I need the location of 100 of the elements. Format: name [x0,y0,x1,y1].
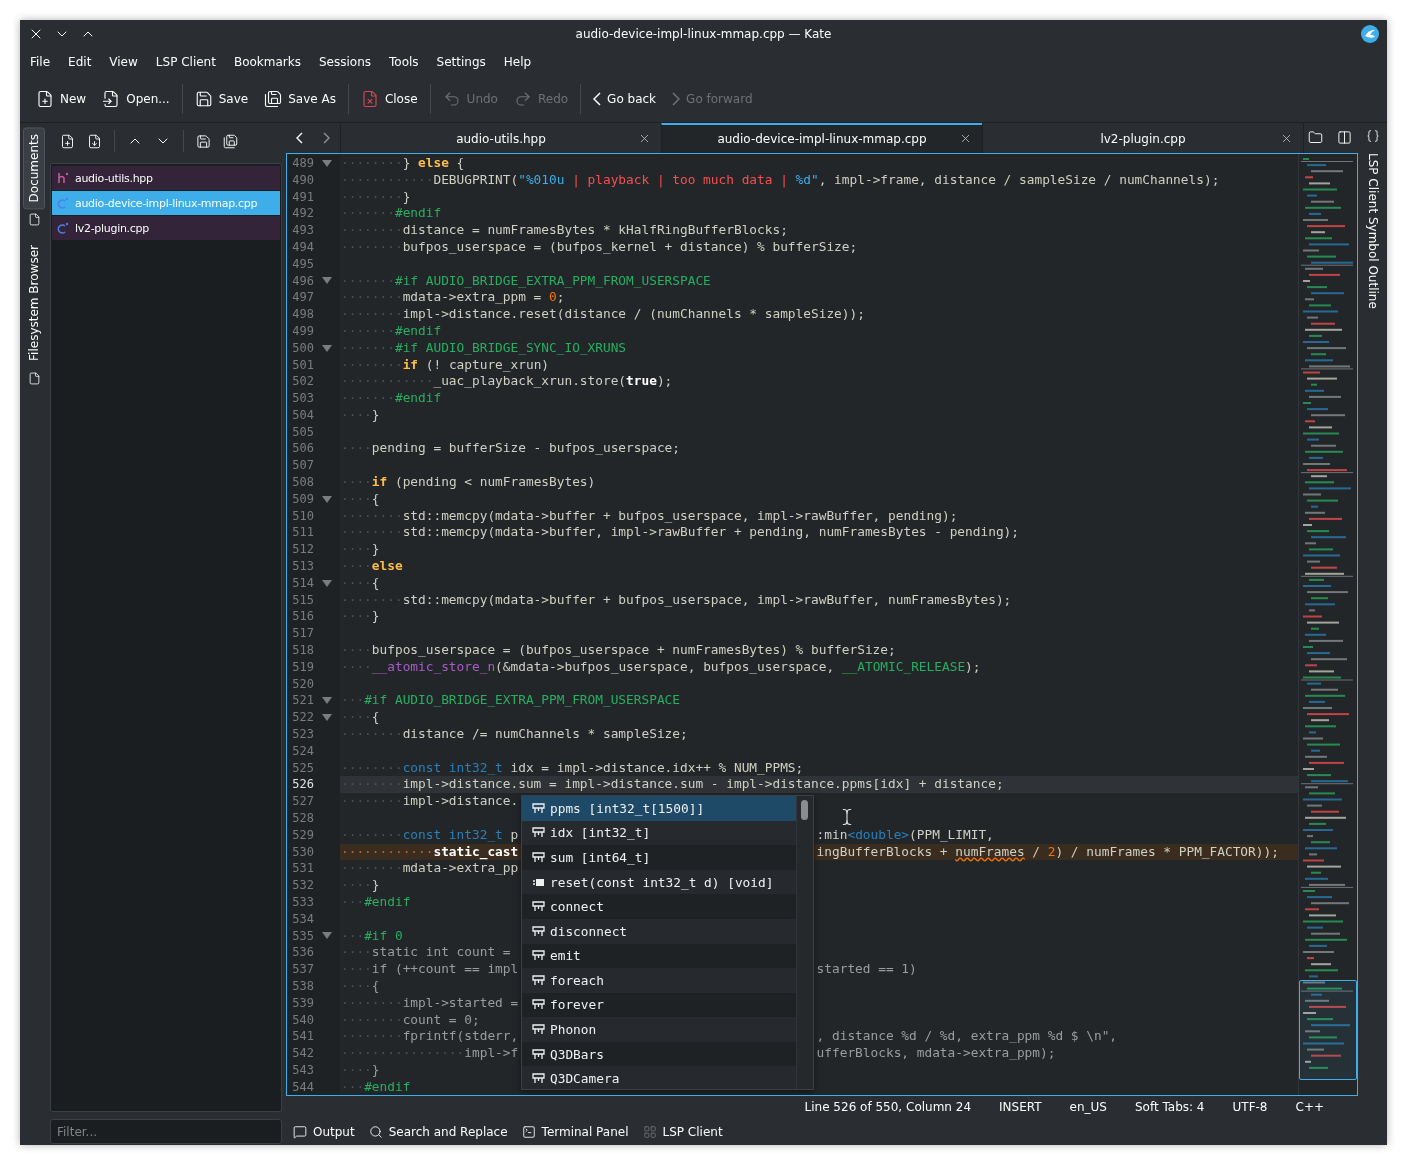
side-tab[interactable]: LSP Client Symbol Outline [1365,149,1380,309]
line-number: 508 [291,474,314,491]
fold-icon[interactable] [322,277,332,285]
line-number: 495 [291,255,314,273]
code-text: ········distance = numFramesBytes * kHalfRingBufferBlocks; [340,222,788,239]
line-number: 492 [291,205,314,223]
toolbar-button[interactable]: Close [354,86,424,112]
fold-icon[interactable] [322,495,332,503]
line-number: 520 [291,675,314,693]
toolbar-button[interactable]: Save [188,86,255,112]
line-number: 491 [291,188,314,206]
member-icon [532,998,545,1012]
line-number: 504 [291,406,314,424]
status-item[interactable]: en_US [1055,1100,1121,1114]
line-number: 542 [291,1045,314,1062]
line-number: 494 [291,238,314,256]
back-icon[interactable] [296,131,303,144]
code-text: ·······#endif [340,205,442,223]
menu-item[interactable]: Help [497,51,540,73]
member-icon [532,850,545,864]
code-text: ········impl->distance.sum = impl->distance.sum - impl->distance.ppms[idx] + distance; [340,776,1004,794]
completion-item[interactable]: Q3DCamera [522,1066,796,1089]
completion-item[interactable]: disconnect [522,918,796,944]
tab-title: audio-device-impl-linux-mmap.cpp [717,131,927,146]
code-text: ···#if AUDIO_BRIDGE_EXTRA_PPM_FROM_USERSPACE [340,692,680,710]
toolbar-button[interactable]: Save As [258,86,342,112]
line-number: 510 [291,507,314,525]
document-name: lv2-plugin.cpp [75,221,149,235]
member-icon [532,801,545,815]
menu-item[interactable]: LSP Client [149,51,224,73]
code-text: ·······#endif [340,390,442,407]
window-title: audio-device-impl-linux-mmap.cpp — Kate [574,27,833,41]
side-tab[interactable]: Documents [23,127,45,210]
status-item[interactable]: C++ [1281,1100,1338,1114]
panel-tab[interactable]: LSP Client [635,1124,730,1139]
fold-icon[interactable] [322,579,332,587]
tab-title: lv2-plugin.cpp [1100,131,1186,146]
menu-item[interactable]: Tools [383,51,427,73]
fold-icon[interactable] [322,932,332,940]
braces-icon [1365,129,1380,143]
code-text: ····} [340,1061,380,1079]
code-text: ····if (++count == impl [340,961,519,978]
status-item[interactable]: INSERT [985,1100,1056,1114]
filter-field[interactable]: Filter... [50,1119,282,1144]
line-number: 512 [291,541,314,559]
minimap-viewport[interactable] [1299,979,1357,1080]
code-text: ············_uac_playback_xrun.store(true); [340,373,673,391]
code-text: ···#endif [340,894,411,911]
code-text: ····} [340,608,380,626]
side-tab[interactable]: Filesystem Browser [23,238,45,369]
completion-item[interactable]: foreach [522,968,796,993]
document-item[interactable]: lv2-plugin.cpp [52,216,280,240]
menu-item[interactable]: Edit [62,51,100,73]
line-number: 516 [291,608,314,626]
menu-item[interactable]: Settings [430,51,494,73]
line-number: 524 [291,742,314,760]
panel-tab[interactable]: Output [286,1124,362,1139]
forward-icon[interactable] [323,131,330,144]
completion-item[interactable]: idx [int32_t] [522,820,796,846]
fold-icon[interactable] [322,697,332,705]
editor-tab[interactable]: audio-device-impl-linux-mmap.cpp [661,123,982,153]
panel-tab[interactable]: Search and Replace [361,1124,515,1139]
menu-item[interactable]: Bookmarks [227,51,309,73]
code-text: ················impl->f [340,1045,519,1062]
scrollbar-thumb[interactable] [801,799,808,820]
code-text: ····{ [340,709,380,727]
status-item[interactable]: UTF-8 [1218,1100,1282,1114]
panel-tab[interactable]: Terminal Panel [514,1124,636,1139]
code-text: ···#endif [340,1078,411,1096]
code-text: ········const int32_t p [340,826,519,844]
line-number: 522 [291,709,314,727]
menu-item[interactable]: File [24,51,59,73]
status-item[interactable]: Line 526 of 550, Column 24 [790,1100,986,1114]
document-item[interactable]: audio-utils.hpp [52,166,280,190]
completion-item[interactable]: ppms [int32_t[1500]] [522,795,796,821]
completion-item[interactable]: Phonon [522,1017,796,1042]
code-text: ····if (pending < numFramesBytes) [340,474,596,491]
fold-icon[interactable] [322,159,332,167]
back-icon [593,92,602,106]
toolbar-button[interactable]: New [30,86,93,112]
line-number: 531 [291,860,314,878]
completion-item[interactable]: reset(const int32_t d) [void] [522,869,796,895]
toolbar-button[interactable]: Go back [587,88,663,110]
menu-item[interactable]: Sessions [312,51,379,73]
code-text: ············static_cast [340,843,519,861]
line-number: 529 [291,826,314,844]
code-text: ····else [340,558,403,575]
code-text: ············DEBUGPRINT("%010u | playback | too much data | %d", impl->frame, distance / sampleSize / numChannels); [340,171,1220,189]
toolbar-button[interactable]: Open... [96,86,176,112]
line-number: 538 [291,978,314,995]
fold-icon[interactable] [322,714,332,722]
code-text: ····pending = bufferSize - bufpos_userspace; [340,440,680,458]
status-item[interactable]: Soft Tabs: 4 [1120,1100,1219,1114]
menu-item[interactable]: View [103,51,146,73]
code-text: ········impl->distance. [340,793,519,810]
line-number: 541 [291,1028,314,1046]
line-number: 537 [291,961,314,978]
code-text: ········std::memcpy(mdata->buffer + bufpos_userspace, impl->rawBuffer, pending); [340,507,958,525]
fold-icon[interactable] [322,344,332,352]
line-number: 493 [291,222,314,239]
